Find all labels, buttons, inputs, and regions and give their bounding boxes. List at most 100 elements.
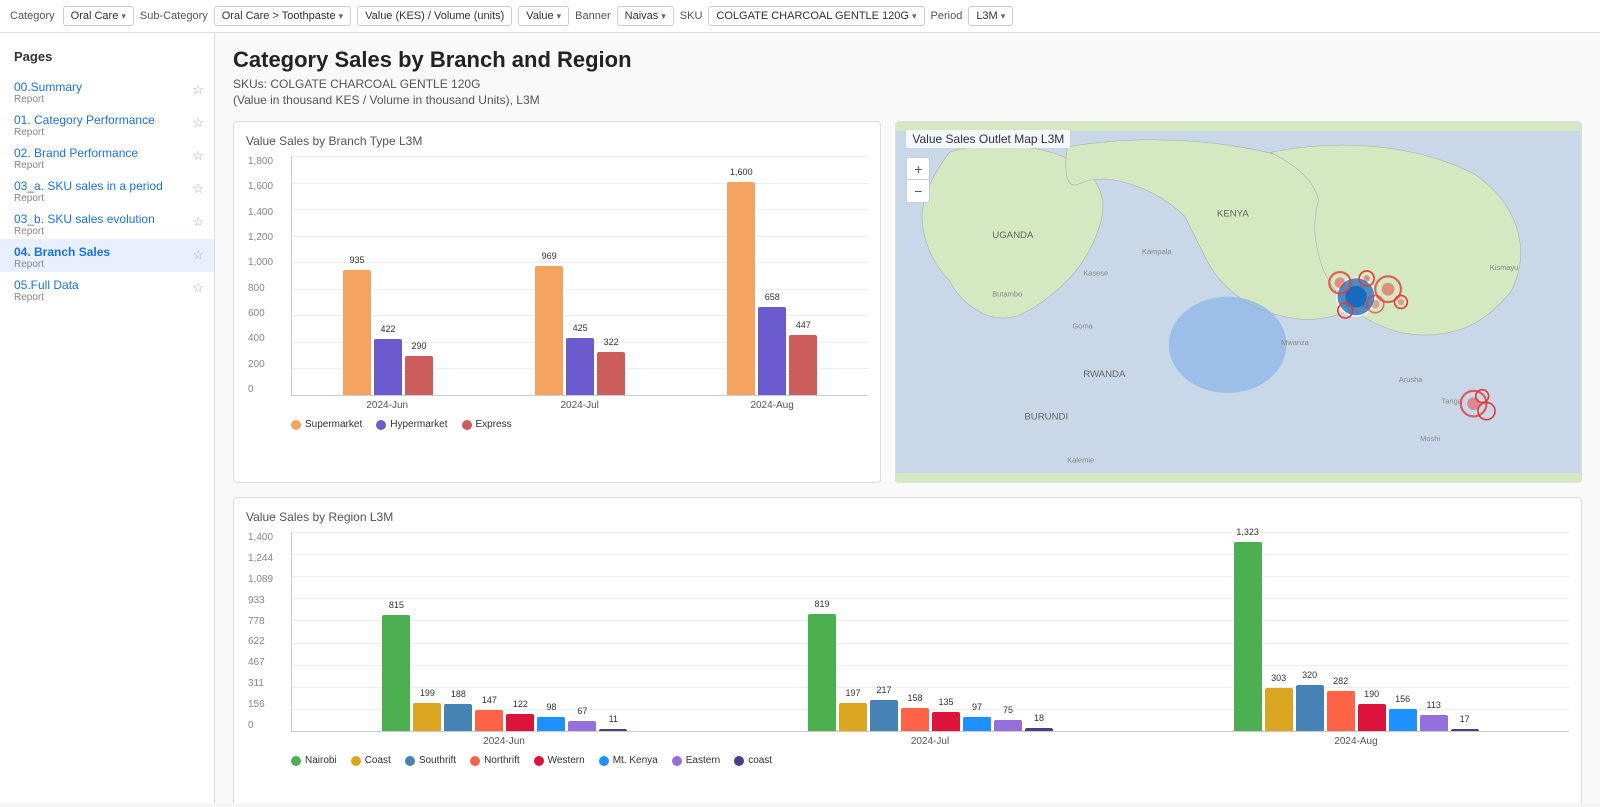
zoom-in-button[interactable]: + — [907, 158, 929, 180]
legend-item: Coast — [351, 755, 391, 766]
bar: 1,323 — [1234, 542, 1262, 731]
bar: 190 — [1358, 704, 1386, 731]
bar-col: 658 — [758, 307, 786, 395]
category-dropdown[interactable]: Oral Care ▾ — [63, 6, 134, 26]
bar-value-label: 18 — [1034, 713, 1044, 723]
svg-text:Kismayu: Kismayu — [1490, 263, 1519, 272]
bar-value-label: 1,600 — [730, 167, 753, 177]
svg-text:Butambo: Butambo — [993, 290, 1023, 299]
month-label: 2024-Jun — [291, 400, 483, 411]
bar-value-label: 1,323 — [1236, 527, 1259, 537]
svg-text:RWANDA: RWANDA — [1084, 369, 1127, 380]
sidebar-item-3[interactable]: 03_a. SKU sales in a period Report ☆ — [0, 173, 214, 206]
star-icon-5[interactable]: ☆ — [192, 247, 204, 263]
sidebar-item-name-5: 04. Branch Sales — [14, 245, 200, 259]
bar-value-label: 197 — [845, 688, 860, 698]
month-group: 969425322 — [484, 266, 676, 395]
period-label: Period — [931, 7, 963, 25]
y-axis-label: 0 — [248, 384, 273, 395]
bar-col: 11 — [599, 729, 627, 731]
bar-value-label: 98 — [546, 702, 556, 712]
sidebar-item-4[interactable]: 03_b. SKU sales evolution Report ☆ — [0, 206, 214, 239]
bar-col: 18 — [1025, 728, 1053, 731]
banner-dropdown[interactable]: Naivas ▾ — [617, 6, 674, 26]
month-group: 1,32330332028219015611317 — [1143, 542, 1569, 731]
bar: 282 — [1327, 691, 1355, 731]
bar: 322 — [597, 352, 625, 395]
bar-col: 447 — [789, 335, 817, 395]
bar-col: 97 — [963, 717, 991, 731]
sidebar-item-type-4: Report — [14, 226, 200, 237]
bar-col: 113 — [1420, 715, 1448, 731]
bar-col: 819 — [808, 614, 836, 731]
y-axis-label: 600 — [248, 308, 273, 319]
bar-col: 425 — [566, 338, 594, 395]
sidebar-item-2[interactable]: 02. Brand Performance Report ☆ — [0, 140, 214, 173]
y-axis-label: 1,600 — [248, 181, 273, 192]
y-axis-label: 1,200 — [248, 232, 273, 243]
sidebar-item-5[interactable]: 04. Branch Sales Report ☆ — [0, 239, 214, 272]
month-label: 2024-Jul — [717, 736, 1143, 747]
legend-label: Hypermarket — [390, 419, 447, 430]
map-controls[interactable]: + − — [906, 157, 930, 203]
region-chart: Value Sales by Region L3M 1,4001,2441,08… — [233, 497, 1582, 803]
value-dropdown[interactable]: Value ▾ — [518, 6, 569, 26]
sidebar-item-0[interactable]: 00.Summary Report ☆ — [0, 74, 214, 107]
legend-label: Mt. Kenya — [613, 755, 658, 766]
map-title: Value Sales Outlet Map L3M — [906, 130, 1070, 148]
period-dropdown[interactable]: L3M ▾ — [968, 6, 1013, 26]
bar-value-label: 135 — [938, 697, 953, 707]
legend-label: Southrift — [419, 755, 456, 766]
value-type-dropdown[interactable]: Value (KES) / Volume (units) — [357, 6, 512, 26]
bar: 658 — [758, 307, 786, 395]
legend-color — [599, 756, 609, 766]
bar: 425 — [566, 338, 594, 395]
legend-item: Express — [462, 419, 512, 430]
star-icon-6[interactable]: ☆ — [192, 280, 204, 296]
month-group: 935422290 — [292, 270, 484, 395]
y-axis-label: 467 — [248, 657, 273, 668]
bar-value-label: 425 — [573, 323, 588, 333]
legend-item: Western — [534, 755, 585, 766]
sidebar-item-type-6: Report — [14, 292, 200, 303]
star-icon-4[interactable]: ☆ — [192, 214, 204, 230]
bar-col: 156 — [1389, 709, 1417, 731]
star-icon-2[interactable]: ☆ — [192, 148, 204, 164]
bar-col: 199 — [413, 703, 441, 731]
bar-col: 122 — [506, 714, 534, 731]
branch-type-chart: Value Sales by Branch Type L3M 1,8001,60… — [233, 121, 881, 483]
bar: 97 — [963, 717, 991, 731]
bar: 188 — [444, 704, 472, 731]
legend-color — [405, 756, 415, 766]
sidebar-item-1[interactable]: 01. Category Performance Report ☆ — [0, 107, 214, 140]
grid-line — [292, 532, 1569, 533]
star-icon-0[interactable]: ☆ — [192, 82, 204, 98]
sidebar-item-6[interactable]: 05.Full Data Report ☆ — [0, 272, 214, 305]
bar-col: 322 — [597, 352, 625, 395]
sidebar-item-name-2: 02. Brand Performance — [14, 146, 200, 160]
bar-col: 217 — [870, 700, 898, 731]
legend-color — [534, 756, 544, 766]
svg-text:UGANDA: UGANDA — [993, 230, 1035, 241]
sidebar-item-type-5: Report — [14, 259, 200, 270]
chevron-down-icon3: ▾ — [557, 11, 562, 22]
bar-value-label: 190 — [1364, 689, 1379, 699]
svg-text:Moshi: Moshi — [1421, 434, 1441, 443]
y-axis-label: 800 — [248, 283, 273, 294]
bar-value-label: 156 — [1395, 694, 1410, 704]
bar: 158 — [901, 708, 929, 731]
category-label: Category — [10, 10, 55, 22]
bar-value-label: 17 — [1460, 714, 1470, 724]
y-axis-label: 156 — [248, 699, 273, 710]
sku-dropdown[interactable]: COLGATE CHARCOAL GENTLE 120G ▾ — [708, 6, 924, 26]
star-icon-3[interactable]: ☆ — [192, 181, 204, 197]
subcategory-label: Sub-Category — [140, 7, 208, 25]
star-icon-1[interactable]: ☆ — [192, 115, 204, 131]
svg-text:Mwanza: Mwanza — [1281, 338, 1310, 347]
bar-value-label: 97 — [972, 702, 982, 712]
legend-label: Express — [476, 419, 512, 430]
bar-col: 98 — [537, 717, 565, 731]
legend-item: coast — [734, 755, 772, 766]
subcategory-dropdown[interactable]: Oral Care > Toothpaste ▾ — [214, 6, 351, 26]
zoom-out-button[interactable]: − — [907, 180, 929, 202]
